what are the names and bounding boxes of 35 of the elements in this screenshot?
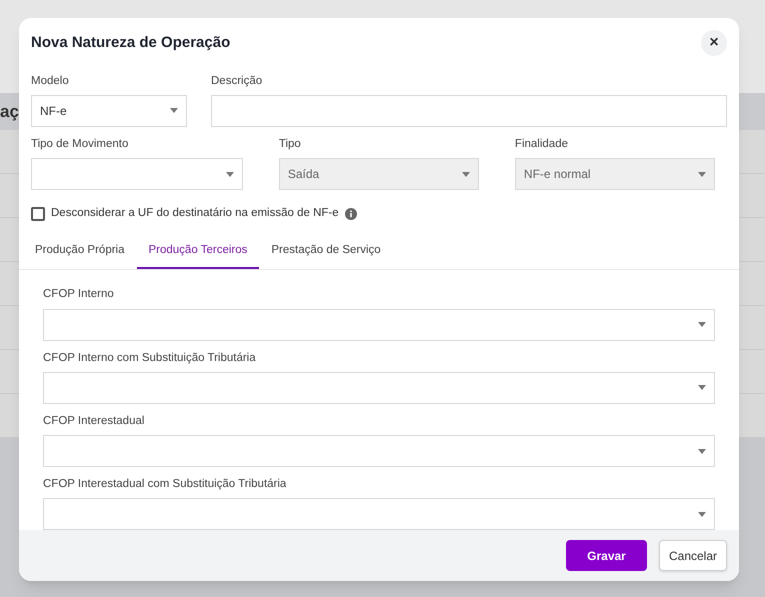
checkbox-label: Desconsiderar a UF do destinatário na emissão de NF-e [51,206,339,222]
page-title: aç [0,100,19,123]
dropdown-caret-icon [226,172,234,177]
field-label: CFOP Interno [43,287,115,302]
select-field[interactable]: NF-e [31,94,187,127]
description-field[interactable] [211,94,727,127]
select-field[interactable] [43,435,715,468]
select-field[interactable] [43,308,715,341]
field-label: Finalidade [514,136,569,152]
field-label: Tipo [278,136,302,152]
dropdown-caret-icon [698,385,706,390]
field-label: CFOP Interestadual [43,414,146,429]
close-button[interactable]: × [701,30,727,56]
checkbox[interactable] [31,206,45,221]
tab[interactable]: Produção Própria [23,234,136,270]
field-label: Modelo [31,74,70,89]
field-label: Tipo de Movimento [31,136,130,152]
select-field[interactable] [43,372,715,404]
dialog-title: Nova Natureza de Operação [31,33,230,54]
field-label: CFOP Interestadual com Substituição Tributária [43,477,288,492]
select-field[interactable] [31,158,243,190]
select-field[interactable] [43,498,715,530]
dropdown-caret-icon [698,322,706,328]
save-button[interactable]: Gravar [566,540,647,572]
dropdown-caret-icon [462,172,470,177]
tab[interactable]: Prestação de Serviço [259,234,393,270]
dropdown-caret-icon [698,172,706,177]
cancel-button[interactable]: Cancelar [659,540,727,572]
dropdown-caret-icon [698,448,706,454]
field-label: Descrição [211,74,264,89]
dropdown-caret-icon [170,108,178,114]
info-icon [344,208,357,220]
dropdown-caret-icon [698,512,706,517]
field-label: CFOP Interno com Substituição Tributária [43,350,257,366]
tab[interactable]: Produção Terceiros [136,234,260,270]
